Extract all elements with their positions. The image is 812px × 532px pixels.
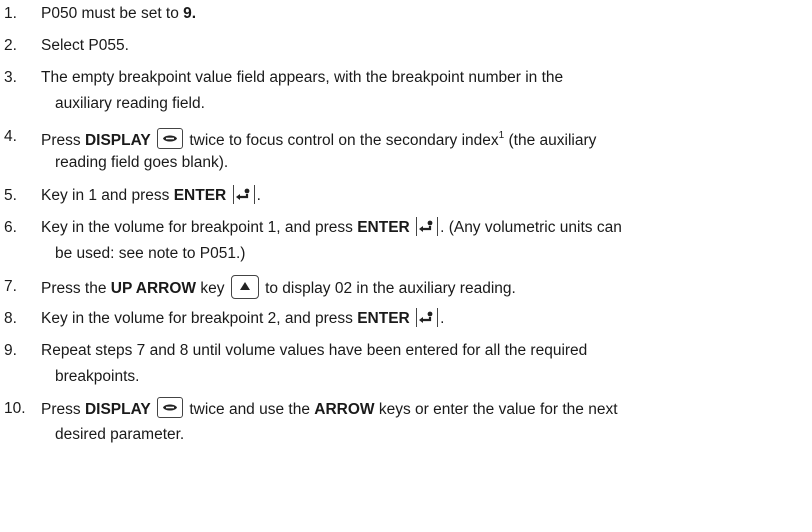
step-number: 5. xyxy=(4,187,17,204)
step-text: Repeat steps 7 and 8 until volume values… xyxy=(41,342,588,359)
step-number: 10. xyxy=(4,400,26,417)
step-number: 9. xyxy=(4,342,17,359)
step-text: Key in the volume for breakpoint 2, and … xyxy=(41,308,445,327)
step-text: Press DISPLAY twice to focus control on … xyxy=(41,128,597,150)
procedure-steps: 1. P050 must be set to 9. 2. Select P055… xyxy=(0,0,812,532)
display-key-icon xyxy=(157,128,184,150)
enter-key-icon xyxy=(232,185,255,204)
step-text: Press DISPLAY twice and use the ARROW ke… xyxy=(41,397,618,422)
step-text: The empty breakpoint value field appears… xyxy=(41,69,564,86)
step-number: 4. xyxy=(4,128,17,145)
step-text-continued: be used: see note to P051.) xyxy=(55,245,246,262)
step-number: 6. xyxy=(4,219,17,236)
step-text-continued: reading field goes blank). xyxy=(55,154,229,171)
display-key-icon xyxy=(157,397,184,418)
step-text: Select P055. xyxy=(41,37,129,54)
step-text: Key in 1 and press ENTER . xyxy=(41,185,261,204)
step-number: 3. xyxy=(4,69,17,86)
step-number: 7. xyxy=(4,278,17,295)
step-number: 8. xyxy=(4,310,17,327)
step-number: 1. xyxy=(4,5,17,22)
enter-key-icon xyxy=(416,217,439,236)
enter-key-icon xyxy=(416,308,439,327)
step-text-continued: auxiliary reading field. xyxy=(55,95,205,112)
step-text-continued: breakpoints. xyxy=(55,368,140,385)
step-text: Press the UP ARROW key to display 02 in … xyxy=(41,275,516,301)
up-arrow-key-icon xyxy=(230,275,259,299)
step-text-continued: desired parameter. xyxy=(55,426,185,443)
step-number: 2. xyxy=(4,37,17,54)
step-text: Key in the volume for breakpoint 1, and … xyxy=(41,217,622,236)
step-text: P050 must be set to 9. xyxy=(41,5,197,22)
